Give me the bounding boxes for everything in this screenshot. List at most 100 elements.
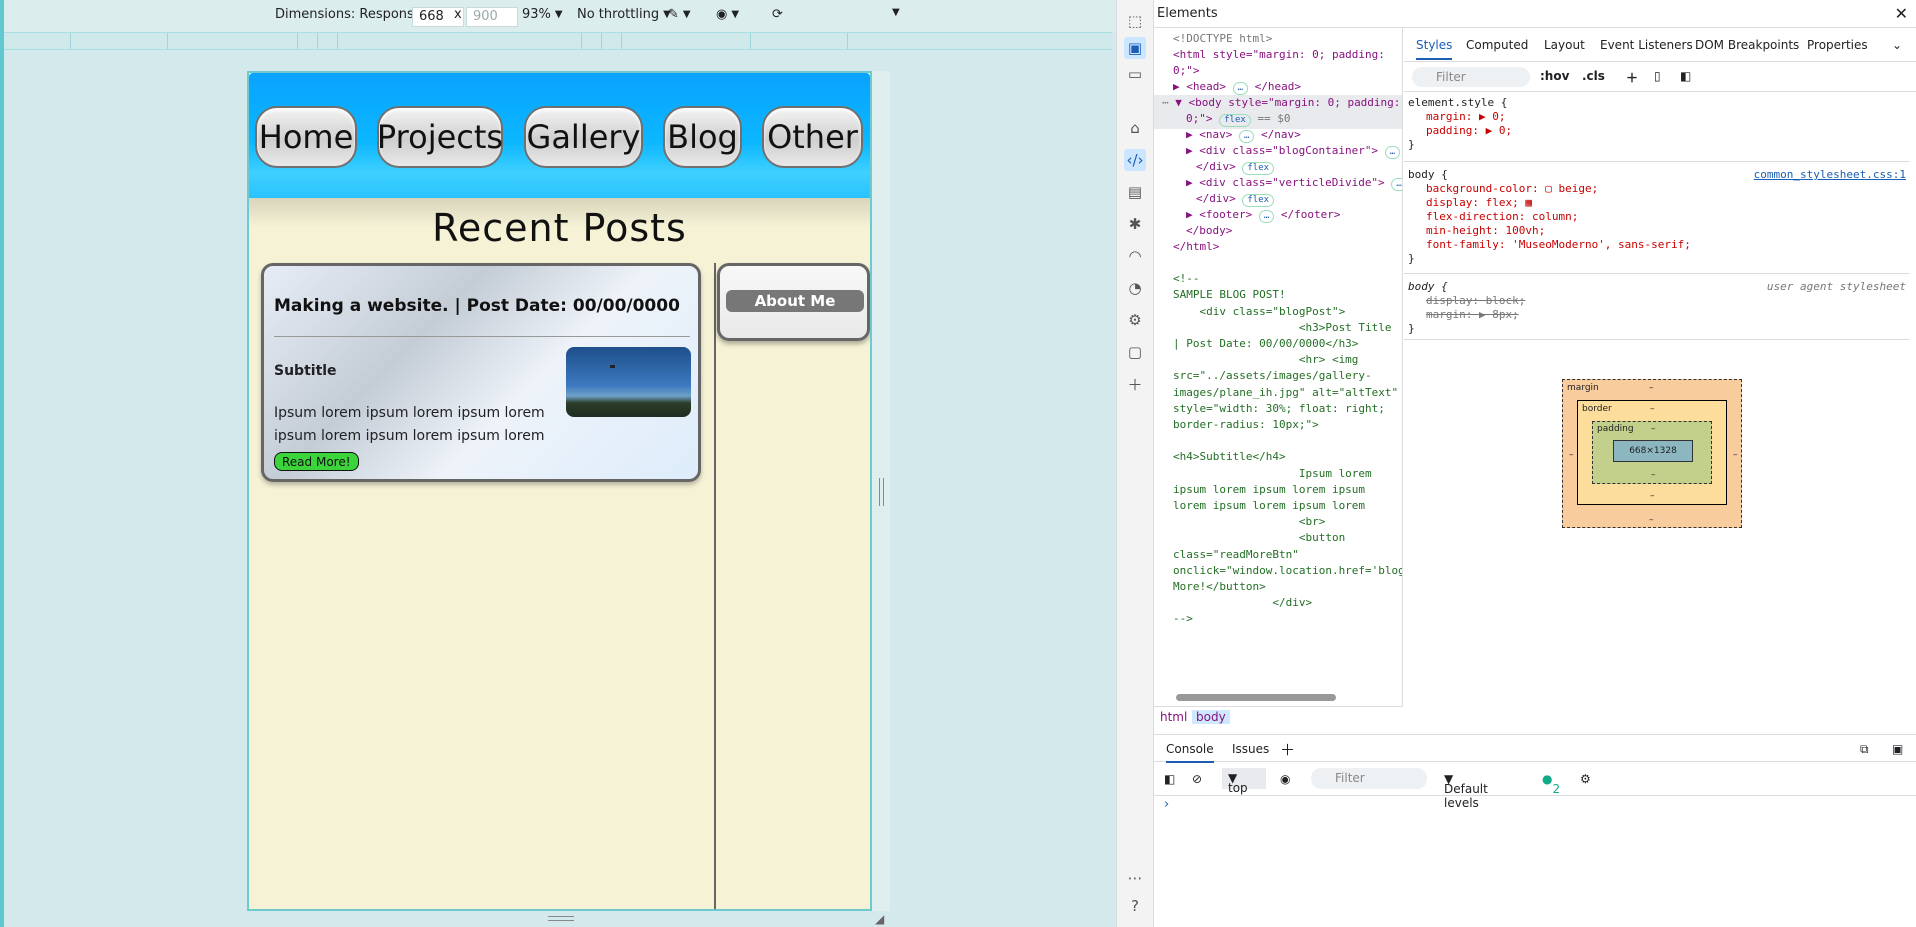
nav-blog-button[interactable]: Blog bbox=[663, 106, 742, 168]
drawer-layout-icon[interactable]: ▣ bbox=[1892, 742, 1903, 756]
border-top-value: – bbox=[1650, 404, 1655, 414]
chevron-down-icon[interactable]: ⌄ bbox=[1892, 38, 1902, 52]
performance-icon[interactable]: ◔ bbox=[1124, 277, 1146, 299]
context-selector[interactable]: top ▼ bbox=[1222, 768, 1266, 795]
ellipsis-badge[interactable]: … bbox=[1232, 82, 1249, 95]
rule-decl[interactable]: font-family: 'MuseoModerno', sans-serif; bbox=[1426, 238, 1691, 252]
tab-properties[interactable]: Properties bbox=[1807, 38, 1868, 52]
application-icon[interactable]: ▢ bbox=[1124, 341, 1146, 363]
tab-styles[interactable]: Styles bbox=[1416, 38, 1453, 60]
inspect-icon[interactable]: ⬚ bbox=[1124, 10, 1146, 32]
read-more-button[interactable]: Read More! bbox=[274, 452, 359, 471]
log-levels-dropdown[interactable]: Default levels ▼ bbox=[1444, 772, 1488, 810]
ellipsis-badge[interactable]: … bbox=[1391, 178, 1402, 191]
sidebar-toggle-icon[interactable]: ◧ bbox=[1164, 772, 1175, 786]
rotate-button[interactable]: ⟳ bbox=[772, 7, 783, 22]
breadcrumb-html[interactable]: html bbox=[1156, 710, 1191, 724]
post-divider bbox=[274, 336, 690, 337]
eye-icon[interactable]: ◉ bbox=[1280, 772, 1290, 786]
tab-layout[interactable]: Layout bbox=[1544, 38, 1585, 52]
device-toggle-icon[interactable]: ▣ bbox=[1124, 37, 1146, 59]
comment-line: images/plane_ih.jpg" alt="altText" bbox=[1173, 385, 1399, 399]
new-rule-icon[interactable]: ＋ bbox=[1626, 69, 1638, 86]
console-filter-input[interactable]: Filter bbox=[1311, 768, 1427, 789]
settings-gear-icon[interactable]: ⚙ bbox=[1124, 309, 1146, 331]
tab-issues[interactable]: Issues bbox=[1232, 742, 1269, 756]
console-icon[interactable]: ▤ bbox=[1124, 181, 1146, 203]
clear-console-icon[interactable]: ⊘ bbox=[1192, 772, 1202, 786]
body-open-line[interactable]: ⋯ ▼ <body style="margin: 0; padding: bbox=[1162, 95, 1400, 111]
body-close-line: </body> bbox=[1186, 224, 1233, 237]
help-icon[interactable]: ? bbox=[1124, 895, 1146, 917]
stylesheet-link[interactable]: common_stylesheet.css:1 bbox=[1754, 168, 1906, 182]
welcome-home-icon[interactable]: ⌂ bbox=[1124, 117, 1146, 139]
breadcrumb-body[interactable]: body bbox=[1192, 710, 1230, 724]
media-query-ruler[interactable] bbox=[4, 32, 1112, 50]
paint-icon[interactable]: ▯ bbox=[1654, 69, 1661, 83]
rule-decl[interactable]: display: flex; ▦ bbox=[1426, 196, 1532, 210]
tab-dom-breakpoints[interactable]: DOM Breakpoints bbox=[1695, 38, 1799, 52]
verticle-divide-line[interactable]: ▶ <div class="verticleDivide"> … bbox=[1186, 175, 1402, 191]
head-line[interactable]: ▶ <head> … </head> bbox=[1173, 79, 1301, 95]
nav-home-button[interactable]: Home bbox=[255, 106, 357, 168]
elements-code-icon[interactable]: ‹/› bbox=[1124, 149, 1146, 171]
settings-gear-icon[interactable]: ⚙ bbox=[1580, 772, 1591, 786]
nav-projects-button[interactable]: Projects bbox=[377, 106, 503, 168]
tab-console[interactable]: Console bbox=[1166, 742, 1214, 763]
post-image bbox=[566, 347, 691, 417]
flex-badge[interactable]: flex bbox=[1242, 194, 1275, 207]
flex-badge[interactable]: flex bbox=[1242, 162, 1275, 175]
border-label: border bbox=[1582, 404, 1612, 414]
rule-decl[interactable]: background-color: ▢ beige; bbox=[1426, 182, 1598, 196]
about-me-button[interactable]: About Me bbox=[726, 290, 864, 312]
rule-decl[interactable]: min-height: 100vh; bbox=[1426, 224, 1545, 238]
add-tool-icon[interactable]: ＋ bbox=[1124, 374, 1146, 396]
touch-tool-button[interactable]: ✎ ▼ bbox=[668, 7, 691, 22]
nav-other-button[interactable]: Other bbox=[762, 106, 863, 168]
comment-line: </div> bbox=[1173, 596, 1313, 610]
margin-right-value: – bbox=[1733, 450, 1738, 460]
sidebar-toggle-icon[interactable]: ◧ bbox=[1680, 69, 1691, 83]
rule-decl[interactable]: flex-direction: column; bbox=[1426, 210, 1578, 224]
undock-drawer-icon[interactable]: ⧉ bbox=[1860, 742, 1869, 757]
console-prompt[interactable]: › bbox=[1164, 797, 1169, 812]
styles-filter-input[interactable]: Filter bbox=[1412, 67, 1530, 87]
nav-gallery-button[interactable]: Gallery bbox=[524, 106, 643, 168]
tab-event-listeners[interactable]: Event Listeners bbox=[1600, 38, 1693, 52]
dock-icon[interactable]: ▭ bbox=[1124, 63, 1146, 85]
styles-tabbar: Styles Computed Layout Event Listeners D… bbox=[1404, 28, 1916, 62]
rule-decl[interactable]: padding: ▶ 0; bbox=[1426, 124, 1512, 138]
flex-badge[interactable]: flex bbox=[1219, 114, 1251, 127]
ellipsis-badge[interactable]: … bbox=[1258, 210, 1275, 223]
network-wifi-icon[interactable]: ◠ bbox=[1124, 245, 1146, 267]
comment-line: ipsum lorem ipsum lorem ipsum bbox=[1173, 482, 1366, 496]
add-tab-icon[interactable]: ＋ bbox=[1280, 739, 1295, 760]
box-content-size: 668×1328 bbox=[1613, 440, 1693, 462]
issues-badge[interactable]: ● 2 bbox=[1542, 772, 1560, 796]
height-input[interactable]: 900 bbox=[466, 7, 518, 27]
throttling-dropdown[interactable]: No throttling ▼ bbox=[577, 7, 671, 22]
padding-top-value: – bbox=[1651, 424, 1656, 434]
blog-container-line[interactable]: ▶ <div class="blogContainer"> … bbox=[1186, 143, 1401, 159]
rule-decl[interactable]: margin: ▶ 0; bbox=[1426, 110, 1505, 124]
cls-toggle[interactable]: .cls bbox=[1582, 69, 1605, 83]
hov-toggle[interactable]: :hov bbox=[1540, 69, 1569, 83]
dom-horizontal-scrollbar[interactable] bbox=[1158, 692, 1398, 702]
ellipsis-badge[interactable]: … bbox=[1239, 130, 1255, 143]
more-tools-icon[interactable]: ⋯ bbox=[1124, 867, 1146, 889]
more-options-button[interactable]: ▼ bbox=[892, 7, 900, 18]
ellipsis-badge[interactable]: … bbox=[1384, 146, 1401, 159]
div-close-line: </div> flex bbox=[1196, 191, 1275, 207]
html-open-line[interactable]: <html style="margin: 0; padding: bbox=[1173, 47, 1385, 63]
nav-line[interactable]: ▶ <nav> … </nav> bbox=[1186, 127, 1301, 143]
close-icon[interactable]: ✕ bbox=[1895, 4, 1908, 23]
zoom-dropdown[interactable]: 93% ▼ bbox=[522, 7, 563, 22]
scrollbar-thumb[interactable] bbox=[1176, 694, 1336, 701]
vision-deficiency-button[interactable]: ◉ ▼ bbox=[716, 7, 739, 22]
sources-bug-icon[interactable]: ✱ bbox=[1124, 213, 1146, 235]
tab-computed[interactable]: Computed bbox=[1466, 38, 1528, 52]
resize-handle-right[interactable] bbox=[879, 478, 884, 506]
resize-handle-bottom[interactable] bbox=[548, 916, 574, 921]
resize-corner-icon[interactable]: ◢ bbox=[875, 912, 884, 926]
footer-line[interactable]: ▶ <footer> … </footer> bbox=[1186, 207, 1341, 223]
